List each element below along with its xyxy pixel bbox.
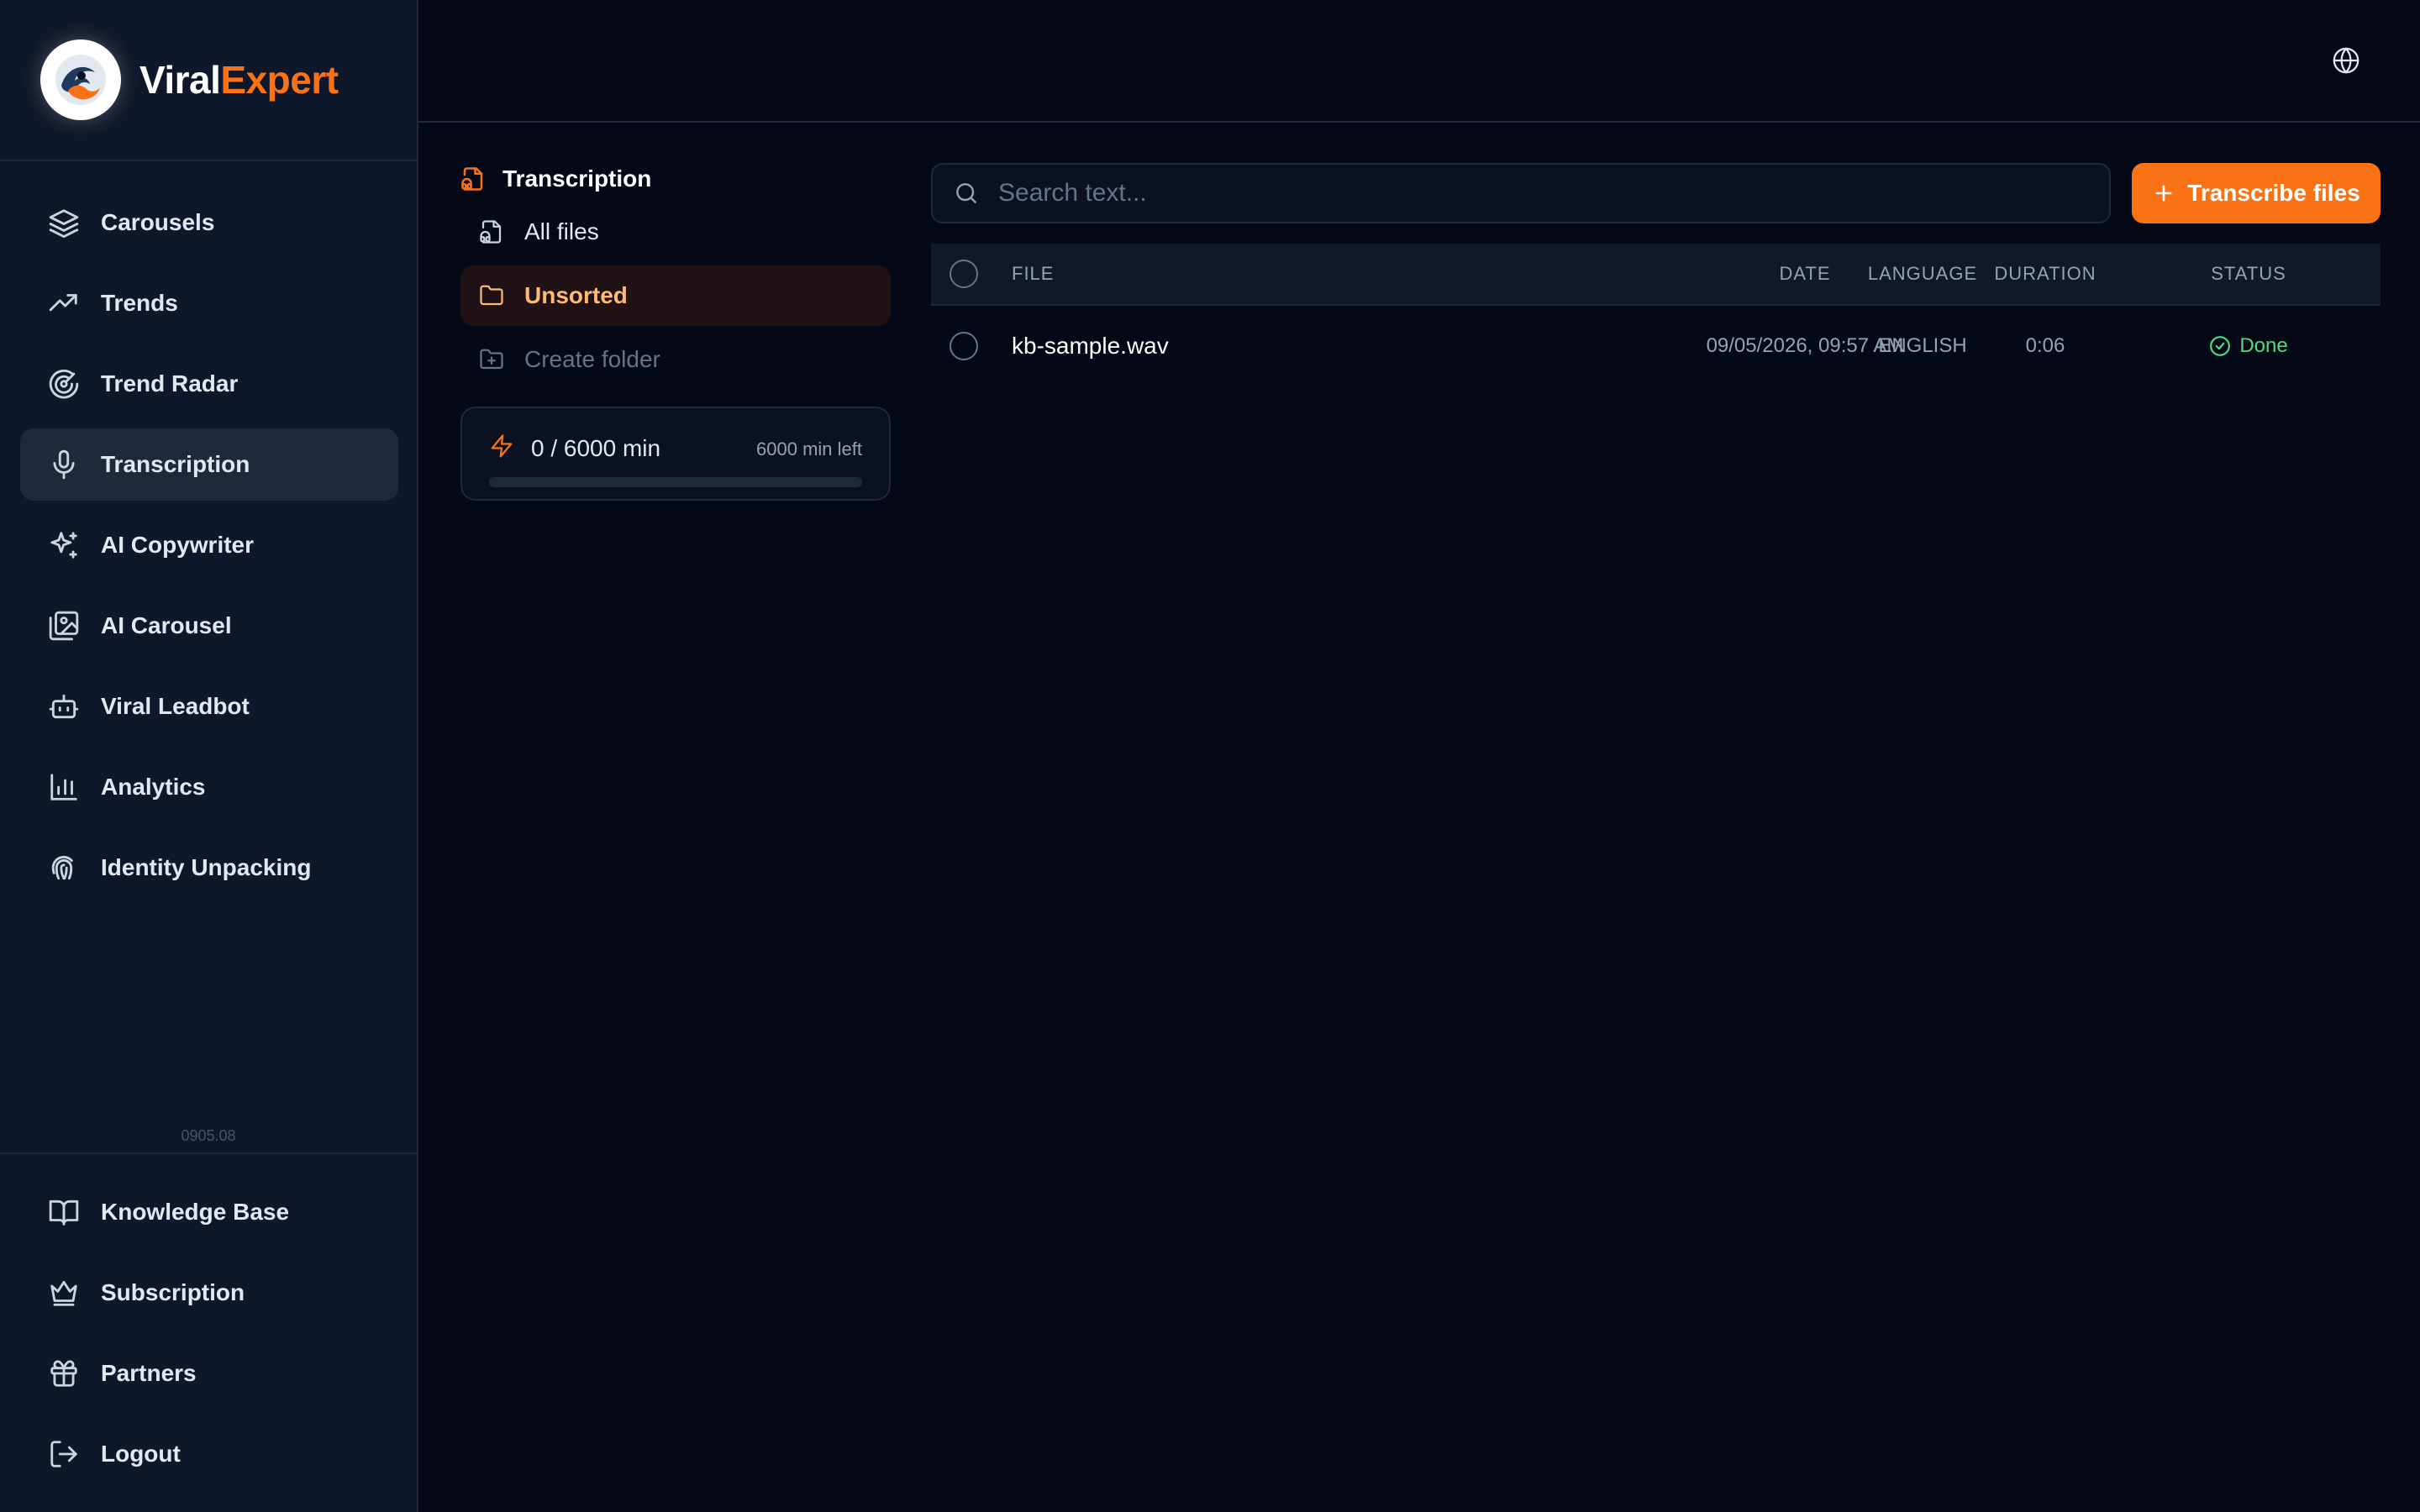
folder-label: Unsorted (524, 282, 628, 308)
file-name[interactable]: kb-sample.wav (1012, 306, 1169, 386)
sidebar-bottom-nav: Knowledge Base Subscription Partners Log… (20, 1176, 398, 1499)
sidebar-item-label: Subscription (101, 1279, 245, 1305)
sidebar: ViralExpert Carousels Trends Trend Radar… (0, 0, 418, 1512)
bar-chart-icon (47, 770, 81, 804)
brand-name-part2: Expert (220, 58, 339, 102)
sidebar-item-analytics[interactable]: Analytics (20, 751, 398, 823)
table-header: FILE DATE LANGUAGE DURATION STATUS (931, 244, 2381, 306)
crown-icon (47, 1276, 81, 1310)
folder-panel: Transcription All files Unsorted Create … (460, 160, 891, 501)
table-row[interactable]: kb-sample.wav 09/05/2026, 09:57 AM ENGLI… (931, 306, 2381, 386)
brand-name: ViralExpert (139, 57, 339, 102)
create-folder-button[interactable]: Create folder (460, 329, 891, 390)
folder-label: Create folder (524, 346, 660, 372)
app: ViralExpert Carousels Trends Trend Radar… (0, 0, 2420, 1512)
sidebar-item-label: Knowledge Base (101, 1199, 290, 1225)
folder-plus-icon (479, 347, 509, 372)
column-header-file[interactable]: FILE (1012, 244, 1054, 304)
folder-icon (479, 283, 509, 308)
audio-file-icon (460, 166, 491, 192)
sidebar-item-knowledge-base[interactable]: Knowledge Base (20, 1176, 398, 1248)
column-header-duration[interactable]: DURATION (1978, 244, 2112, 304)
status-cell: Done (2165, 306, 2333, 386)
check-circle-icon (2209, 335, 2231, 357)
radar-icon (47, 367, 81, 401)
transcribe-files-button[interactable]: Transcribe files (2132, 163, 2381, 223)
sidebar-item-trends[interactable]: Trends (20, 267, 398, 339)
files-table: FILE DATE LANGUAGE DURATION STATUS kb-sa… (931, 244, 2381, 386)
app-version: 0905.08 (181, 1127, 236, 1144)
layers-icon (47, 206, 81, 239)
quota-remaining: 6000 min left (756, 438, 862, 459)
book-icon (47, 1195, 81, 1229)
folder-panel-title: Transcription (460, 160, 891, 198)
sidebar-item-label: Viral Leadbot (101, 693, 250, 719)
transcribe-files-label: Transcribe files (2187, 180, 2360, 206)
plus-icon (2152, 181, 2175, 205)
fingerprint-icon (47, 851, 81, 885)
sidebar-item-trend-radar[interactable]: Trend Radar (20, 348, 398, 420)
select-all-cell (950, 244, 980, 304)
row-select-checkbox[interactable] (950, 332, 978, 360)
status-text: Done (2239, 334, 2288, 357)
quota-progress-bar (489, 477, 862, 487)
sidebar-item-transcription[interactable]: Transcription (20, 428, 398, 501)
usage-quota-card: 0 / 6000 min 6000 min left (460, 407, 891, 501)
audio-file-icon (479, 219, 509, 244)
bot-icon (47, 690, 81, 723)
sidebar-item-viral-leadbot[interactable]: Viral Leadbot (20, 670, 398, 743)
brand[interactable]: ViralExpert (0, 0, 417, 161)
sidebar-item-label: Carousels (101, 209, 215, 235)
logo (40, 39, 121, 120)
logout-icon (47, 1437, 81, 1471)
folder-label: All files (524, 218, 599, 244)
brand-name-part1: Viral (139, 58, 221, 102)
sidebar-item-carousels[interactable]: Carousels (20, 186, 398, 259)
lightning-icon (489, 433, 514, 459)
file-language: ENGLISH (1878, 334, 1967, 357)
sidebar-item-ai-copywriter[interactable]: AI Copywriter (20, 509, 398, 581)
gift-icon (47, 1357, 81, 1390)
sidebar-item-ai-carousel[interactable]: AI Carousel (20, 590, 398, 662)
globe-icon (2333, 47, 2360, 74)
images-icon (47, 609, 81, 643)
folder-unsorted[interactable]: Unsorted (460, 265, 891, 326)
search-input[interactable] (998, 179, 2109, 207)
microphone-icon (47, 448, 81, 481)
sidebar-item-label: Identity Unpacking (101, 854, 312, 880)
file-duration: 0:06 (2025, 334, 2065, 357)
folder-all-files[interactable]: All files (460, 202, 891, 262)
sidebar-item-label: Trends (101, 290, 178, 316)
sidebar-item-identity-unpacking[interactable]: Identity Unpacking (20, 832, 398, 904)
sidebar-item-label: Logout (101, 1441, 181, 1467)
sidebar-item-label: Transcription (101, 451, 250, 477)
sidebar-item-label: Partners (101, 1360, 197, 1386)
sidebar-item-partners[interactable]: Partners (20, 1337, 398, 1410)
row-select-cell (950, 306, 980, 386)
sidebar-item-logout[interactable]: Logout (20, 1418, 398, 1490)
sidebar-nav: Carousels Trends Trend Radar Transcripti… (20, 186, 398, 912)
column-header-status[interactable]: STATUS (2165, 244, 2333, 304)
search-icon (953, 180, 980, 207)
topbar (418, 0, 2420, 123)
trending-up-icon (47, 286, 81, 320)
status-badge: Done (2209, 334, 2288, 358)
sidebar-item-label: Trend Radar (101, 370, 239, 396)
language-button[interactable] (2328, 42, 2365, 79)
sidebar-divider (0, 1152, 417, 1154)
sidebar-item-label: AI Carousel (101, 612, 232, 638)
select-all-checkbox[interactable] (950, 260, 978, 288)
column-header-language[interactable]: LANGUAGE (1845, 244, 2000, 304)
folder-panel-title-text: Transcription (502, 165, 652, 192)
sparkles-icon (47, 528, 81, 562)
search-bar[interactable] (931, 163, 2111, 223)
sidebar-item-label: Analytics (101, 774, 206, 800)
sidebar-item-label: AI Copywriter (101, 532, 255, 558)
quota-used: 0 / 6000 min (531, 435, 661, 461)
sidebar-item-subscription[interactable]: Subscription (20, 1257, 398, 1329)
